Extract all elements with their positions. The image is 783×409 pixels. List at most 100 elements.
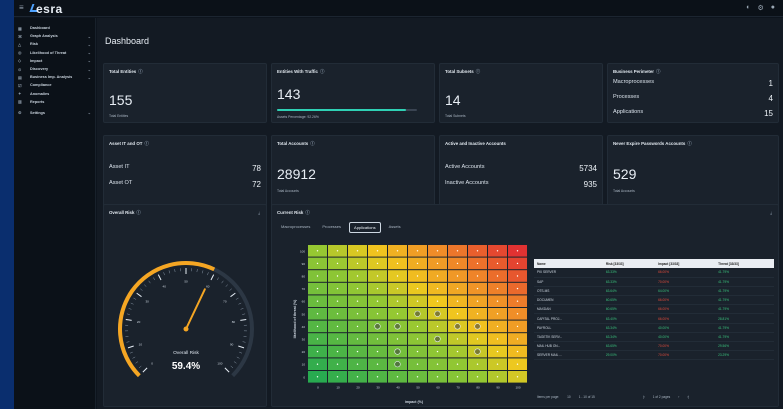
- heatmap-dot: [476, 287, 479, 290]
- table-row[interactable]: SAP 63.33% 70.00% 41.79%: [534, 277, 774, 287]
- menu-icon[interactable]: ≡: [19, 3, 29, 13]
- tab-assets[interactable]: Assets: [385, 222, 405, 233]
- sidebar-item-impact[interactable]: ◇ Impact ⌄: [14, 57, 95, 65]
- heatmap-dot: [496, 250, 499, 252]
- page-first-button[interactable]: |‹: [643, 395, 645, 399]
- card-total-entities: Total Entities ⓘ 155 Total Entities: [103, 63, 267, 123]
- heatmap-dot: [496, 300, 499, 302]
- heatmap-dot: [376, 250, 379, 252]
- table-row[interactable]: OTS-MS 63.64% 64.00% 41.79%: [534, 286, 774, 297]
- column-header[interactable]: Impact [33/33]: [655, 259, 716, 268]
- heatmap-dot: [416, 363, 419, 365]
- sidebar-item-business-imp-analysis[interactable]: ▤ Business Imp. Analysis ⌄: [14, 73, 95, 81]
- heatmap-dot: [356, 275, 359, 277]
- heatmap-dot: [496, 338, 499, 340]
- card-title: Asset IT and OT ⓘ: [109, 141, 149, 146]
- sidebar-item-settings[interactable]: ⚙ Settings ⌄: [14, 109, 95, 117]
- heatmap-dot: [376, 262, 379, 265]
- heatmap-dot: [416, 250, 419, 252]
- chevron-down-icon: ⌄: [87, 74, 91, 80]
- compliance-icon: ☑: [18, 82, 22, 88]
- card-title: Never Expire Passwords Accounts ⓘ: [613, 141, 692, 146]
- table-cell: TAGETIK SERV...: [534, 332, 603, 343]
- pagination: Items per page: 10 1 - 10 of 15 |‹ 1 of …: [537, 395, 689, 399]
- heatmap-marker[interactable]: [454, 323, 461, 330]
- gauge-tick: [242, 313, 246, 315]
- heatmap-dot: [476, 363, 479, 365]
- heatmap-marker[interactable]: [474, 323, 481, 330]
- items-per-page-select[interactable]: 10: [567, 395, 571, 399]
- tab-processes[interactable]: Processes: [318, 222, 345, 233]
- user-icon[interactable]: ●: [771, 4, 775, 12]
- download-icon[interactable]: ⤓: [258, 210, 260, 215]
- x-tick-label: 50: [416, 386, 420, 390]
- table-cell: PAYROLL: [534, 323, 603, 333]
- perimeter-row: Processes 4: [613, 94, 773, 103]
- sidebar-item-risk[interactable]: △ Risk ⌄: [14, 40, 95, 48]
- table-cell: 66.00%: [655, 295, 716, 306]
- heatmap-dot: [496, 275, 499, 277]
- heatmap-dot: [516, 338, 519, 340]
- heatmap-dot: [496, 350, 499, 353]
- heatmap-marker[interactable]: [394, 348, 401, 355]
- gauge-tick: [229, 288, 232, 291]
- sidebar-item-graph-analysis[interactable]: ⌘ Graph Analysis ⌄: [14, 32, 95, 40]
- x-tick-label: 10: [336, 386, 340, 390]
- page-last-button[interactable]: ›|: [687, 395, 689, 399]
- table-row[interactable]: CAPITAL PROJ... 63.40% 66.00% 28.81%: [534, 313, 774, 324]
- heatmap-dot: [416, 287, 419, 290]
- gauge-tick: [129, 351, 133, 354]
- table-row[interactable]: TAGETIK SERV... 63.34% 40.00% 41.79%: [534, 332, 774, 343]
- download-icon[interactable]: ⤓: [770, 210, 772, 215]
- table-row[interactable]: SERVER MAIL ... 29.00% 70.00% 23.29%: [534, 350, 774, 361]
- heatmap-dot: [496, 262, 499, 265]
- gauge-tick: [240, 308, 244, 310]
- heatmap-marker[interactable]: [374, 323, 381, 330]
- table-row[interactable]: MAXDAN 60.65% 66.00% 41.79%: [534, 304, 774, 315]
- table-cell: 66.00%: [655, 268, 716, 278]
- sidebar-item-anomalies[interactable]: ✦ Anomalies: [14, 90, 95, 98]
- sidebar-item-reports[interactable]: ▥ Reports: [14, 98, 95, 106]
- perimeter-row: Applications 15: [613, 109, 773, 118]
- heatmap-dot: [496, 376, 499, 378]
- heatmap-marker[interactable]: [434, 335, 441, 343]
- y-axis-label: likelihood of threat (%): [293, 299, 297, 339]
- heatmap-dot: [416, 325, 419, 328]
- discovery-icon: ⊙: [18, 66, 22, 72]
- heatmap-dot: [516, 287, 519, 290]
- info-icon: ⓘ: [656, 69, 661, 74]
- column-header[interactable]: Name: [534, 259, 603, 268]
- gauge-tick: [133, 297, 137, 300]
- settings-icon[interactable]: ⚙: [757, 4, 763, 12]
- column-header[interactable]: Threat [33/33]: [715, 259, 774, 268]
- heatmap-marker[interactable]: [394, 361, 401, 368]
- sidebar-item-discovery[interactable]: ⊙ Discovery ⌄: [14, 65, 95, 73]
- threat-icon: ◎: [18, 50, 22, 56]
- heatmap-marker[interactable]: [434, 310, 441, 317]
- heatmap-marker[interactable]: [414, 310, 421, 317]
- sidebar-item-compliance[interactable]: ☑ Compliance: [14, 81, 95, 89]
- table-row[interactable]: MAIL HUB ON... 63.65% 70.00% 29.56%: [534, 341, 774, 352]
- info-icon: ⓘ: [136, 210, 141, 215]
- heatmap-dot: [516, 250, 519, 252]
- notification-icon[interactable]: ◐: [746, 4, 750, 12]
- heatmap-marker[interactable]: [474, 348, 481, 355]
- table-row[interactable]: PAYROLL 63.34% 40.00% 41.79%: [534, 323, 774, 333]
- tab-applications[interactable]: Applications: [349, 222, 381, 233]
- tab-macroprocesses[interactable]: Macroprocesses: [277, 222, 314, 233]
- gauge-tick: [157, 274, 162, 281]
- heatmap-dot: [356, 262, 359, 265]
- table-row[interactable]: DOCUMEN 60.65% 66.00% 41.79%: [534, 295, 774, 306]
- heatmap-marker[interactable]: [394, 323, 401, 330]
- heatmap-dot: [476, 262, 479, 265]
- column-header[interactable]: Risk [33/33]: [602, 259, 656, 268]
- y-tick-label: 10: [302, 363, 306, 367]
- table-row[interactable]: PKI SERVER 63.33% 66.00% 41.79%: [534, 268, 774, 278]
- risk-icon: △: [18, 41, 22, 47]
- account-row: Active Accounts 5734: [445, 164, 597, 173]
- table-cell: 63.34%: [602, 323, 656, 333]
- sidebar-item-dashboard[interactable]: ▦ Dashboard: [14, 24, 95, 32]
- sidebar-item-likelihood-of-threat[interactable]: ◎ Likelihood of Threat ⌄: [14, 49, 95, 57]
- page-next-button[interactable]: ›: [678, 395, 679, 399]
- gauge-tick: [230, 292, 236, 298]
